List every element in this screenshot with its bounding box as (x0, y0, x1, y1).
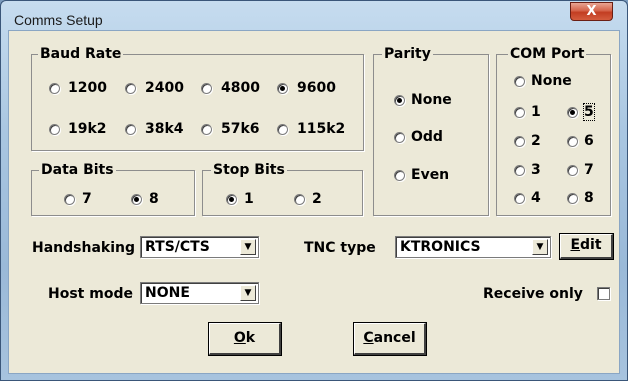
baud-radio-57k6[interactable] (201, 124, 212, 135)
data-bits-radio-8[interactable] (131, 194, 142, 205)
host-mode-label: Host mode (48, 286, 133, 302)
stop-bits-label-1: 1 (244, 191, 254, 207)
parity-legend: Parity (382, 46, 433, 62)
com-label-7: 7 (584, 162, 594, 178)
com-radio-8[interactable] (567, 193, 578, 204)
parity-label-even: Even (411, 167, 450, 183)
baud-radio-2400[interactable] (125, 83, 136, 94)
com-radio-6[interactable] (567, 136, 578, 147)
baud-radio-1200[interactable] (49, 83, 60, 94)
cancel-button[interactable]: Cancel (353, 322, 427, 356)
window-title: Comms Setup (14, 12, 103, 28)
com-label-1: 1 (531, 104, 541, 120)
chevron-down-icon[interactable]: ▼ (240, 285, 256, 301)
com-label-2: 2 (531, 133, 541, 149)
chevron-down-icon[interactable]: ▼ (532, 239, 548, 255)
baud-label-57k6: 57k6 (221, 121, 260, 137)
com-label-4: 4 (531, 190, 541, 206)
parity-radio-none[interactable] (394, 95, 405, 106)
com-radio-4[interactable] (514, 193, 525, 204)
data-bits-legend: Data Bits (39, 162, 116, 178)
host-mode-value: NONE (145, 285, 190, 301)
parity-label-odd: Odd (411, 129, 443, 145)
baud-radio-9600[interactable] (277, 83, 288, 94)
selected-dot (397, 98, 402, 103)
com-radio-7[interactable] (567, 165, 578, 176)
selected-dot (280, 86, 285, 91)
baud-label-2400: 2400 (145, 80, 184, 96)
tnc-type-label: TNC type (304, 240, 376, 256)
close-button[interactable]: X (570, 2, 613, 21)
baud-radio-19k2[interactable] (49, 124, 60, 135)
ok-button[interactable]: Ok (208, 322, 282, 356)
com-label-none: None (531, 73, 572, 89)
dialog-client-area: Baud Rate 1200 2400 4800 9600 19k2 38k4 … (8, 30, 620, 374)
edit-button[interactable]: Edit (559, 233, 614, 260)
com-label-6: 6 (584, 133, 594, 149)
data-bits-label-7: 7 (82, 191, 92, 207)
receive-only-checkbox[interactable] (597, 287, 610, 300)
chevron-down-icon[interactable]: ▼ (240, 239, 256, 255)
baud-label-38k4: 38k4 (145, 121, 184, 137)
stop-bits-label-2: 2 (312, 191, 322, 207)
baud-rate-legend: Baud Rate (38, 46, 124, 62)
com-radio-5[interactable] (567, 107, 578, 118)
baud-label-115k2: 115k2 (297, 121, 346, 137)
baud-radio-38k4[interactable] (125, 124, 136, 135)
parity-label-none: None (411, 92, 452, 108)
baud-label-19k2: 19k2 (68, 121, 107, 137)
parity-radio-odd[interactable] (394, 132, 405, 143)
baud-label-9600: 9600 (297, 80, 336, 96)
selected-dot (229, 197, 234, 202)
handshaking-value: RTS/CTS (145, 239, 210, 255)
com-label-3: 3 (531, 162, 541, 178)
selected-dot (134, 197, 139, 202)
data-bits-label-8: 8 (149, 191, 159, 207)
handshaking-label: Handshaking (32, 240, 135, 256)
host-mode-select[interactable]: NONE ▼ (140, 282, 259, 304)
handshaking-select[interactable]: RTS/CTS ▼ (140, 236, 259, 258)
com-radio-3[interactable] (514, 165, 525, 176)
selected-dot (570, 110, 575, 115)
baud-label-1200: 1200 (68, 80, 107, 96)
com-label-8: 8 (584, 190, 594, 206)
cancel-button-label: Cancel (363, 330, 416, 346)
stop-bits-radio-2[interactable] (294, 194, 305, 205)
tnc-type-select[interactable]: KTRONICS ▼ (395, 236, 551, 258)
parity-radio-even[interactable] (394, 170, 405, 181)
com-radio-none[interactable] (514, 76, 525, 87)
close-icon: X (586, 4, 597, 19)
com-label-5: 5 (583, 103, 595, 121)
ok-button-label: Ok (233, 330, 256, 346)
com-radio-1[interactable] (514, 107, 525, 118)
data-bits-radio-7[interactable] (64, 194, 75, 205)
baud-radio-4800[interactable] (201, 83, 212, 94)
stop-bits-legend: Stop Bits (211, 162, 287, 178)
edit-button-label: Edit (570, 237, 602, 253)
com-radio-2[interactable] (514, 136, 525, 147)
receive-only-label: Receive only (483, 286, 583, 302)
baud-radio-115k2[interactable] (277, 124, 288, 135)
tnc-type-value: KTRONICS (400, 239, 481, 255)
baud-label-4800: 4800 (221, 80, 260, 96)
com-port-legend: COM Port (508, 46, 587, 62)
stop-bits-radio-1[interactable] (226, 194, 237, 205)
